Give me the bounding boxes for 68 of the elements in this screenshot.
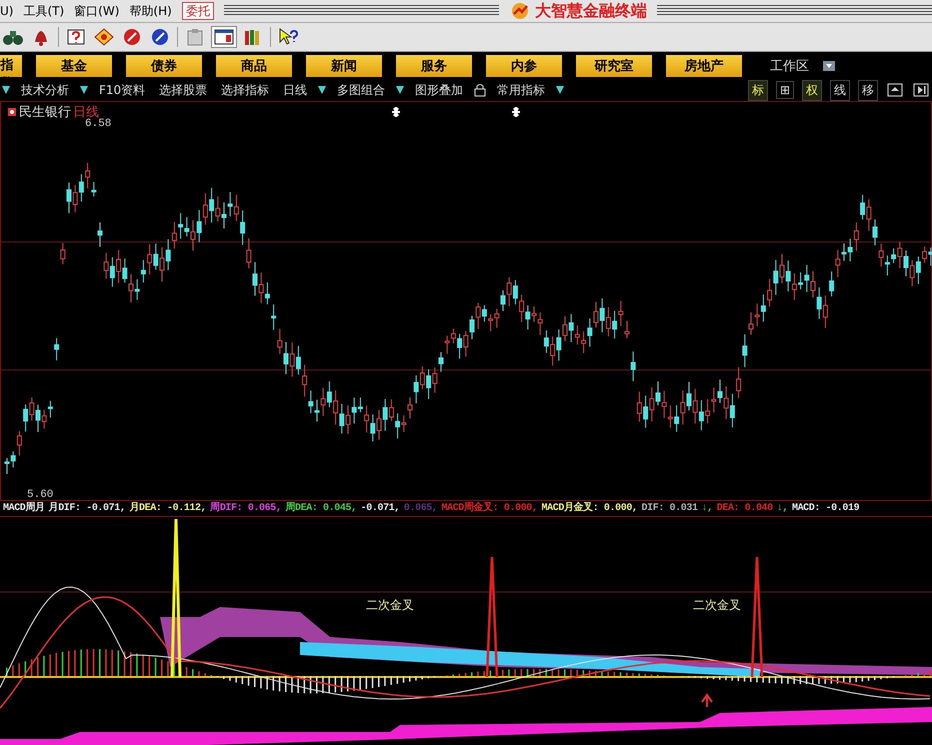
gear-icon[interactable] — [7, 107, 17, 117]
indicator-value: MACD周月 — [3, 503, 45, 514]
lock-icon[interactable] — [474, 83, 486, 97]
indicator-value: 周DEA: 0.045, — [285, 503, 357, 514]
chart-mode-button[interactable]: 线 — [830, 80, 850, 100]
nav-button[interactable]: 新闻 — [306, 54, 382, 76]
nav-button[interactable]: 指 — [0, 54, 22, 76]
next-icon[interactable] — [912, 82, 930, 98]
dropdown-arrow-icon[interactable] — [80, 86, 88, 94]
nav-button[interactable]: 债券 — [126, 54, 202, 76]
indicator-value: ↓, — [702, 503, 713, 514]
up-arrow-icon — [701, 693, 713, 708]
workspace-label[interactable]: 工作区 — [770, 56, 809, 74]
indicator-value: MACD: -0.019 — [792, 503, 860, 514]
dropdown-icon[interactable] — [823, 60, 835, 70]
indicator-value: 周DIF: 0.065, — [210, 503, 282, 514]
menu-item[interactable]: 帮助(H) — [129, 2, 172, 20]
chart-mode-button[interactable]: 标 — [748, 80, 768, 100]
indicator-value: 月DIF: -0.071, — [48, 503, 126, 514]
window-layout-icon[interactable] — [212, 27, 236, 47]
indicator-value: 0.065, — [404, 503, 438, 514]
nav-button[interactable]: 内参 — [486, 54, 562, 76]
pointer-help-icon[interactable] — [277, 27, 299, 47]
menu-item[interactable]: U) — [0, 4, 14, 18]
chart-mode-button[interactable]: 移 — [858, 80, 878, 100]
dropdown-arrow-icon[interactable] — [396, 86, 404, 94]
indicator-value: 月DEA: -0.112, — [129, 503, 206, 514]
menu-item[interactable]: 窗口(W) — [74, 2, 120, 20]
chart-mode-button[interactable]: 权 — [802, 80, 822, 100]
chart-mode-button[interactable]: ⊞ — [776, 81, 794, 99]
nav-button[interactable]: 研究室 — [576, 54, 652, 76]
app-title: 大智慧金融终端 — [534, 0, 647, 22]
nav-button[interactable]: 商品 — [216, 54, 292, 76]
indicator-value: MACD月金叉: 0.000, — [542, 503, 638, 514]
low-price-label: 5.60 — [27, 489, 54, 501]
dropdown-arrow-icon[interactable] — [2, 86, 10, 94]
trade-button[interactable]: 委托 — [182, 2, 214, 20]
toolbar-item[interactable]: 选择指标 — [218, 82, 272, 98]
signal-label: 二次金叉 — [693, 597, 741, 614]
star-marker-icon — [391, 106, 401, 118]
toolbar-item[interactable]: 日线 — [280, 82, 310, 98]
toolbar-item[interactable]: 图形叠加 — [412, 82, 466, 98]
period-label: 日线 — [73, 104, 99, 120]
slash-disc-icon[interactable] — [149, 27, 171, 47]
diamond-icon[interactable] — [93, 27, 115, 47]
help-book-icon[interactable] — [65, 27, 87, 47]
slash-circle-icon[interactable] — [121, 27, 143, 47]
dropdown-arrow-icon[interactable] — [556, 86, 564, 94]
toolbar-item[interactable]: 常用指标 — [494, 82, 548, 98]
nav-button[interactable]: 房地产 — [666, 54, 742, 76]
indicator-value: MACD周金叉: 0.000, — [442, 503, 538, 514]
indicator-value: DIF: 0.031 — [642, 503, 698, 514]
toolbar-item[interactable]: 技术分析 — [18, 82, 72, 98]
nav-button[interactable]: 基金 — [36, 54, 112, 76]
restore-window-icon[interactable] — [886, 82, 904, 98]
toolbar-item[interactable]: F10资料 — [96, 82, 148, 98]
nav-button[interactable]: 服务 — [396, 54, 472, 76]
indicator-value: -0.071, — [360, 503, 400, 514]
signal-label: 二次金叉 — [366, 597, 414, 614]
menu-item[interactable]: 工具(T) — [23, 2, 64, 20]
star-marker-icon — [511, 106, 521, 118]
toolbar-item[interactable]: 多图组合 — [334, 82, 388, 98]
high-price-label: 6.58 — [85, 118, 112, 130]
toolbar-item[interactable]: 选择股票 — [156, 82, 210, 98]
stock-name: 民生银行 — [19, 104, 71, 121]
indicator-value: DEA: 0.040 — [716, 503, 773, 514]
dropdown-arrow-icon[interactable] — [318, 86, 326, 94]
indicator-value: ↓, — [776, 503, 788, 514]
